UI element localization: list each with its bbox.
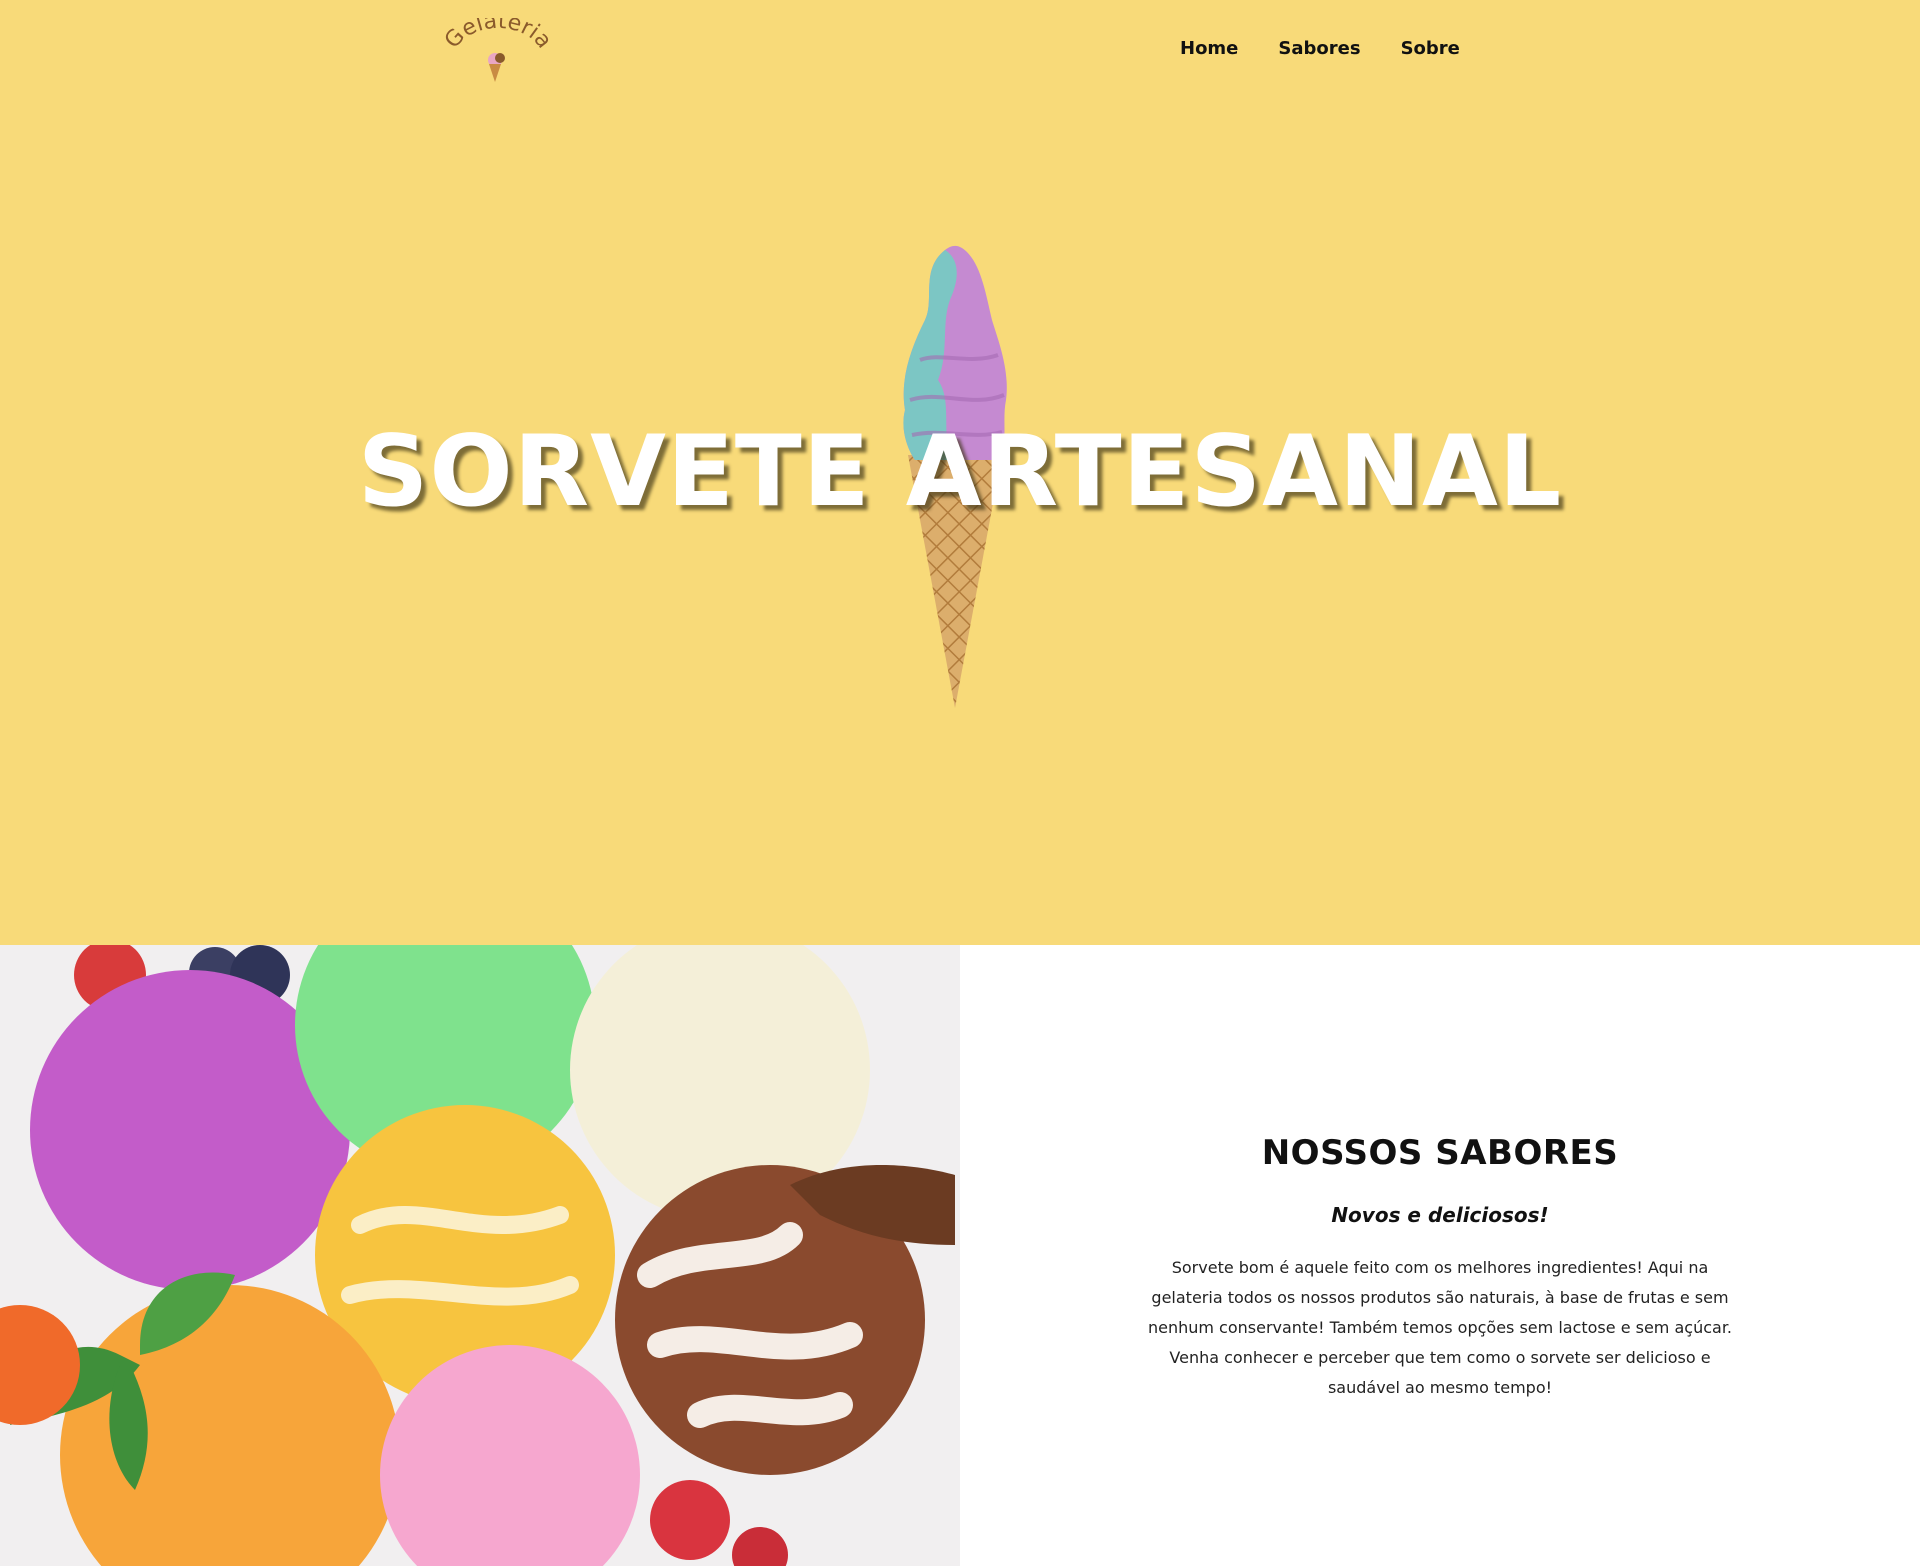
- flavors-subtitle: Novos e deliciosos!: [1331, 1203, 1549, 1227]
- svg-text:Gelateria: Gelateria: [445, 18, 550, 53]
- flavors-title: NOSSOS SABORES: [1261, 1133, 1619, 1173]
- hero-section: Gelateria Home Sabores Sobre: [0, 0, 1920, 945]
- flavors-section: NOSSOS SABORES Novos e deliciosos! Sorve…: [0, 945, 1920, 1566]
- nav-sabores-link[interactable]: Sabores: [1278, 38, 1360, 59]
- flavors-info-panel: NOSSOS SABORES Novos e deliciosos! Sorve…: [960, 945, 1920, 1566]
- main-nav: Home Sabores Sobre: [1180, 38, 1460, 59]
- ice-cream-scoops-image: [0, 945, 960, 1566]
- nav-sobre-link[interactable]: Sobre: [1401, 38, 1460, 59]
- hero-title: SORVETE ARTESANAL: [357, 415, 1563, 529]
- flavors-description: Sorvete bom é aquele feito com os melhor…: [1147, 1258, 1733, 1397]
- nav-home-link[interactable]: Home: [1180, 38, 1238, 59]
- gelateria-logo[interactable]: Gelateria: [440, 9, 556, 82]
